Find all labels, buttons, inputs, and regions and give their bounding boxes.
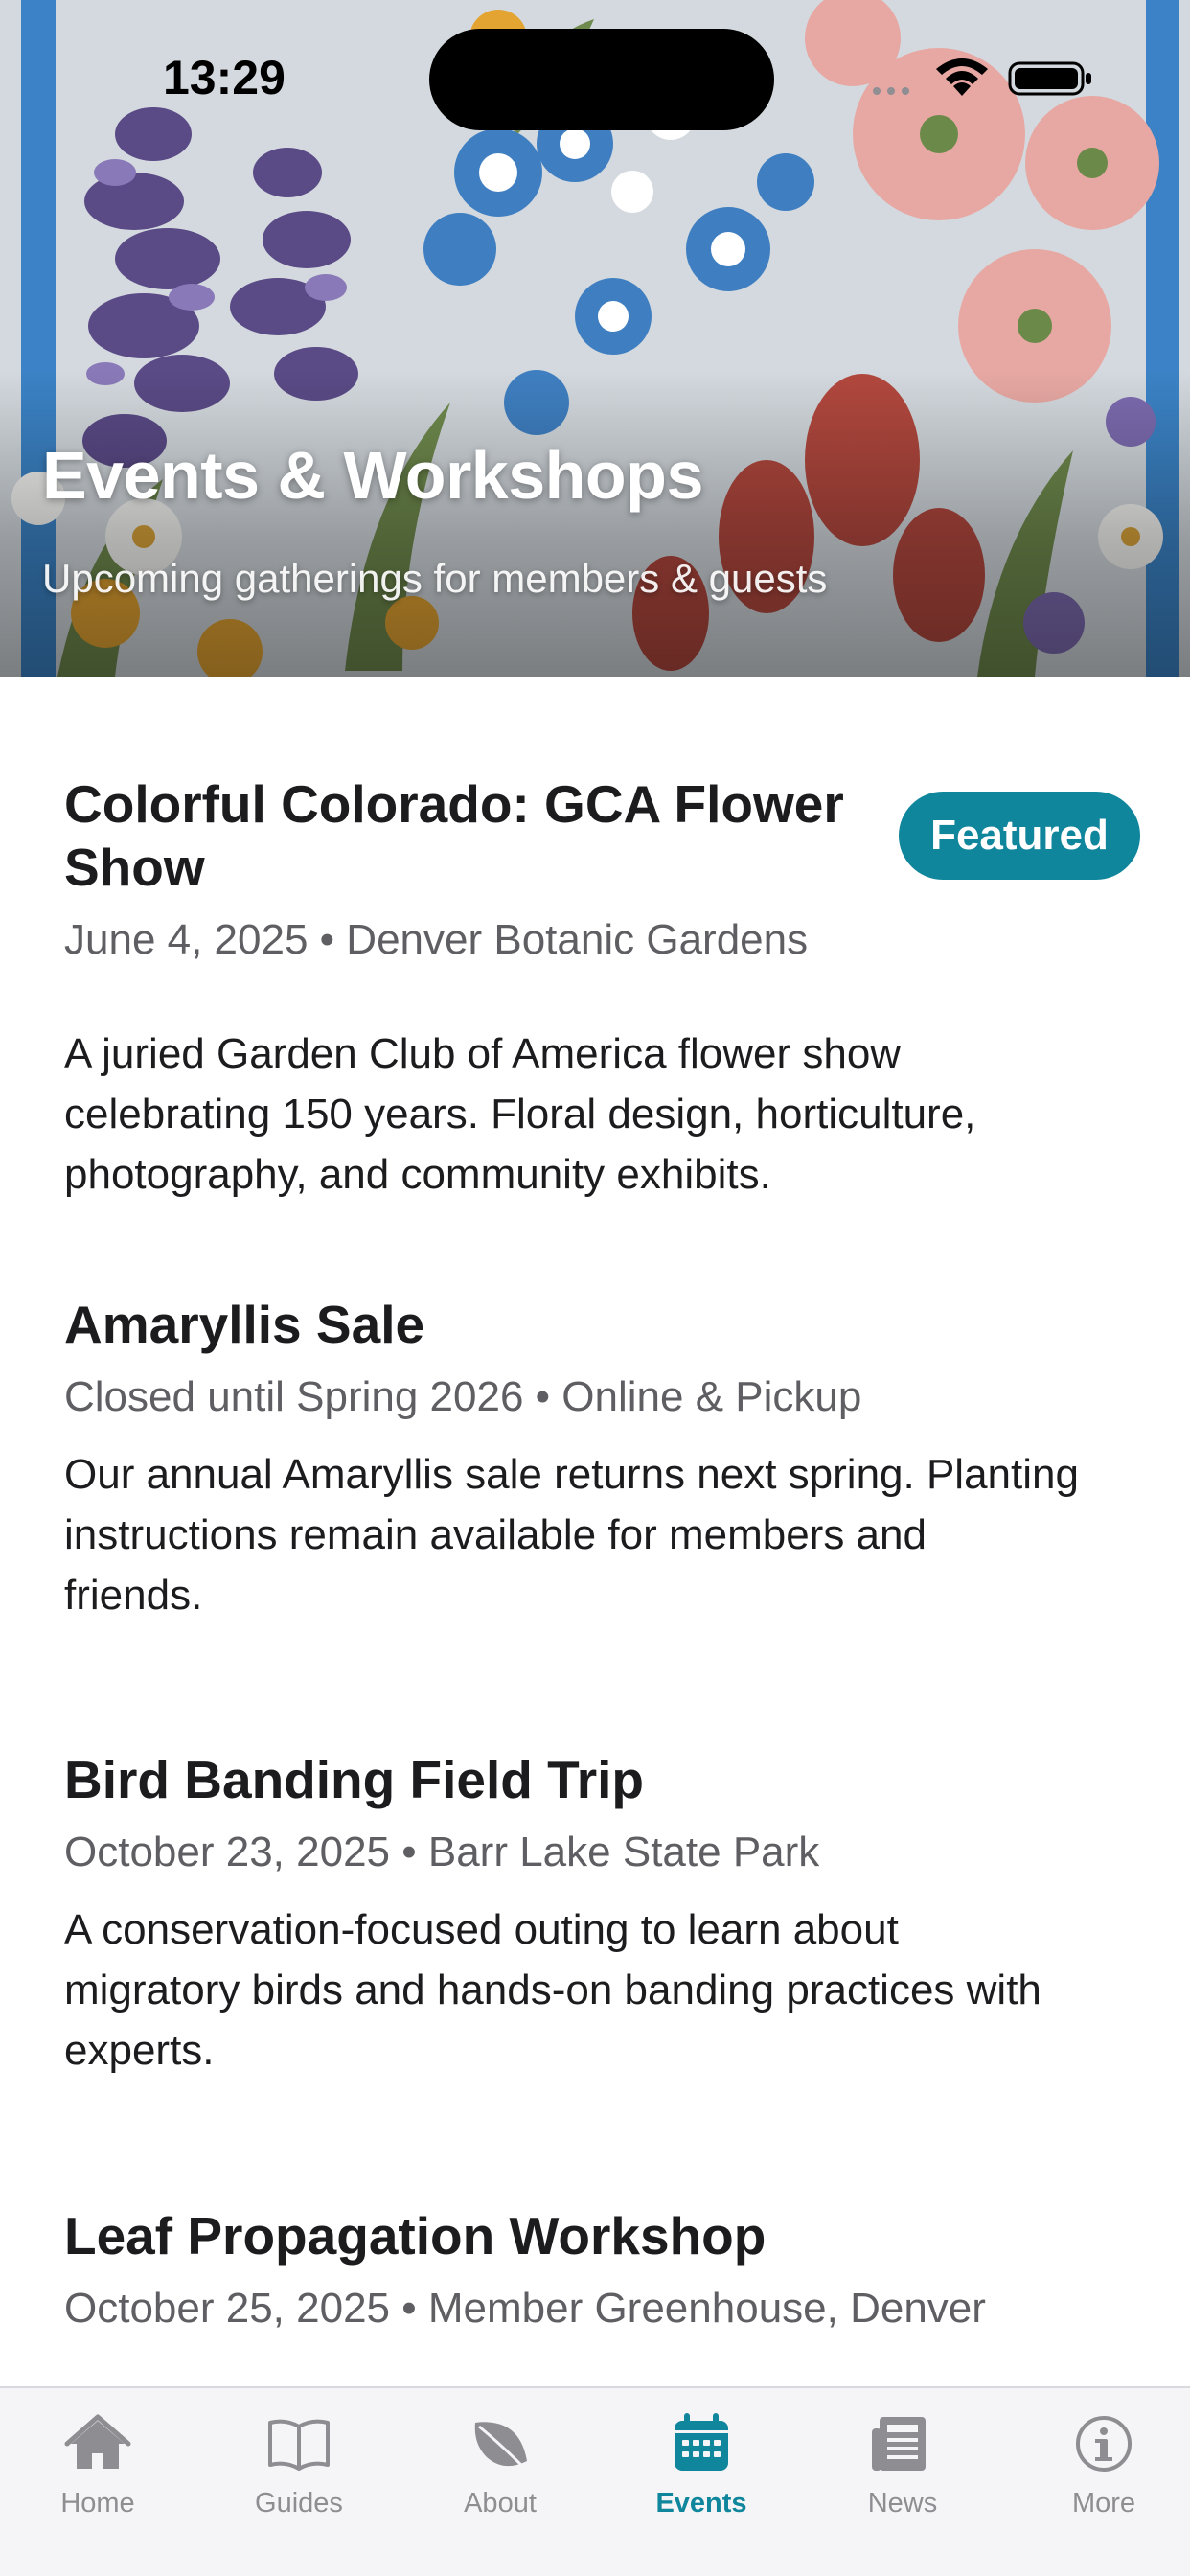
event-meta: October 25, 2025 • Member Greenhouse, De… <box>64 2285 986 2332</box>
tab-news[interactable]: News <box>816 2409 989 2519</box>
book-icon <box>268 2419 330 2471</box>
event-item[interactable]: Leaf Propagation Workshop October 25, 20… <box>64 2204 1147 2334</box>
event-title: Leaf Propagation Workshop <box>64 2206 767 2266</box>
tab-label: News <box>867 2488 938 2518</box>
tab-about[interactable]: About <box>414 2409 586 2519</box>
tab-home[interactable]: Home <box>11 2409 184 2519</box>
info-icon <box>1076 2416 1132 2472</box>
event-description: Our annual Amaryllis sale returns next s… <box>64 1451 1079 1619</box>
featured-badge: Featured <box>899 792 1140 880</box>
house-icon <box>64 2414 131 2469</box>
event-description: A juried Garden Club of America flower s… <box>64 1030 976 1198</box>
dynamic-island <box>429 29 774 130</box>
event-title: Bird Banding Field Trip <box>64 1750 644 1809</box>
event-title: Colorful Colorado: GCA Flower Show <box>64 774 844 897</box>
event-item[interactable]: Colorful Colorado: GCA Flower Show June 4… <box>64 772 869 966</box>
calendar-icon <box>675 2413 728 2471</box>
event-meta: June 4, 2025 • Denver Botanic Gardens <box>64 916 809 963</box>
tab-guides[interactable]: Guides <box>213 2409 385 2519</box>
event-meta: October 23, 2025 • Barr Lake State Park <box>64 1828 820 1875</box>
event-title: Amaryllis Sale <box>64 1295 425 1354</box>
tab-label: Home <box>60 2488 135 2518</box>
tab-label: Guides <box>255 2488 343 2518</box>
status-time: 13:29 <box>163 51 286 104</box>
battery-icon <box>1008 61 1091 96</box>
event-description: A conservation-focused outing to learn a… <box>64 1906 1041 2074</box>
event-item[interactable]: Amaryllis Sale Closed until Spring 2026 … <box>64 1293 1147 1625</box>
signal-dots-icon <box>873 87 909 95</box>
page-title: Events & Workshops <box>42 438 703 513</box>
wifi-icon <box>936 58 988 96</box>
event-item[interactable]: Bird Banding Field Trip October 23, 2025… <box>64 1748 1147 2081</box>
tab-more[interactable]: More <box>1018 2409 1190 2519</box>
tab-label: About <box>464 2488 537 2518</box>
tab-label: More <box>1071 2488 1136 2518</box>
event-meta: Closed until Spring 2026 • Online & Pick… <box>64 1373 862 1420</box>
page-subtitle: Upcoming gatherings for members & guests <box>42 556 828 601</box>
tab-label: Events <box>655 2488 747 2518</box>
newspaper-icon <box>872 2417 926 2471</box>
tab-events[interactable]: Events <box>615 2409 788 2519</box>
leaf-icon <box>474 2422 527 2471</box>
tab-bar: Home Guides About Events News More <box>0 2386 1190 2576</box>
